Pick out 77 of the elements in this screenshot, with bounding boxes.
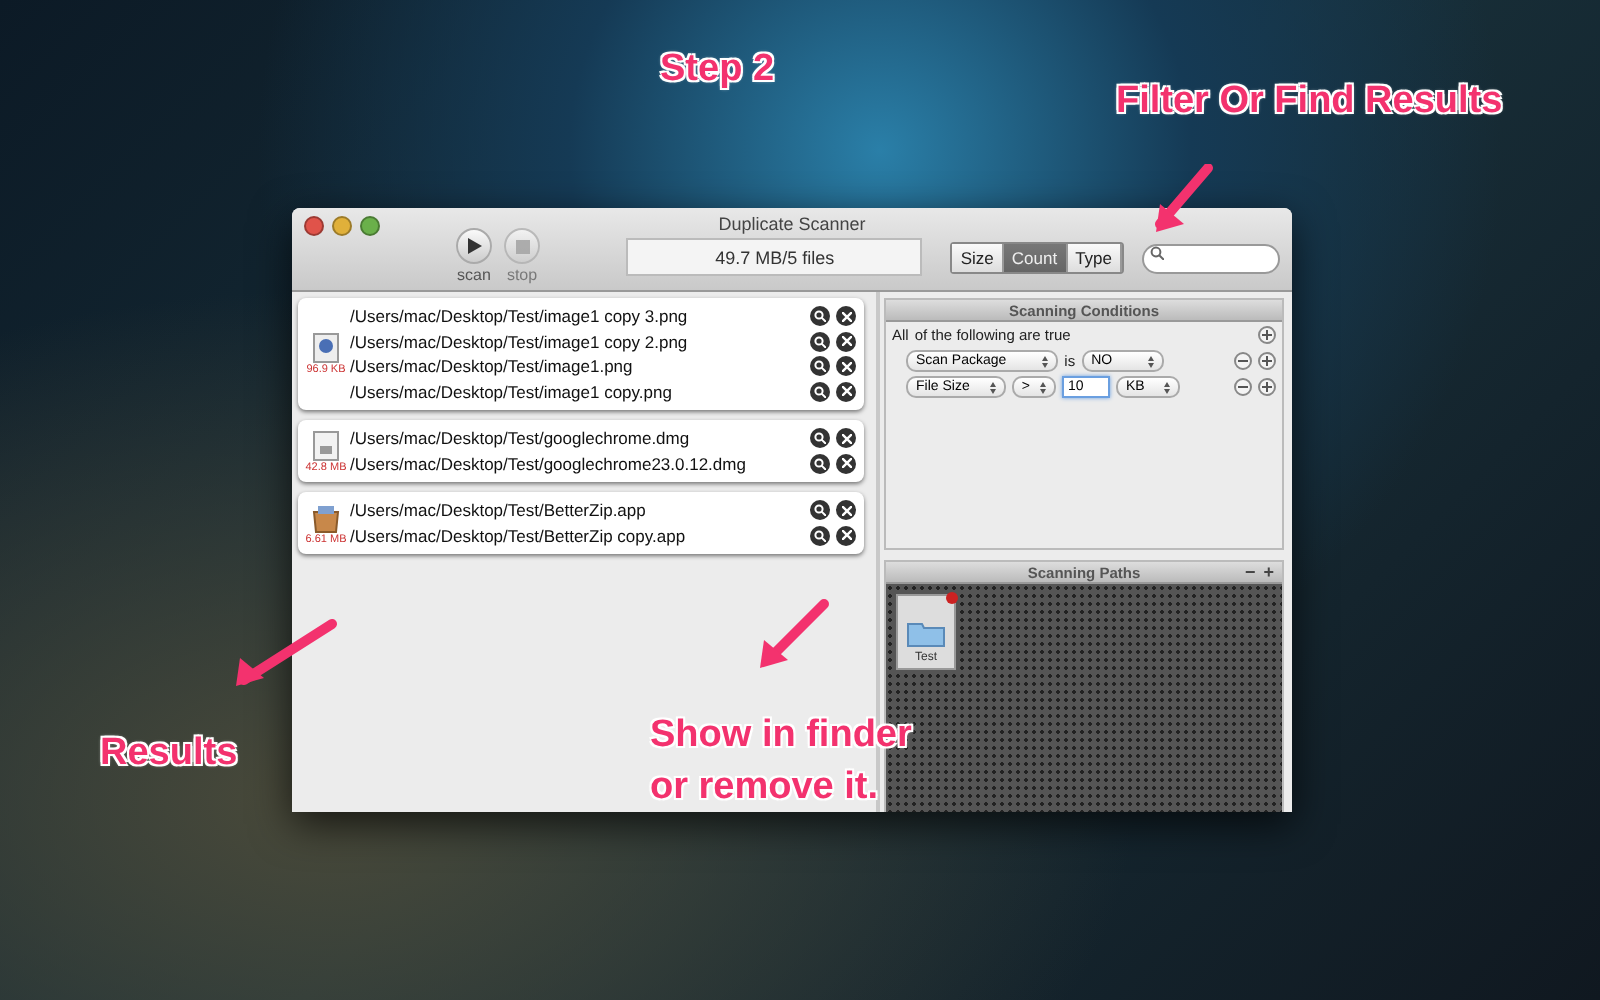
remove-button[interactable] (1234, 378, 1252, 396)
search-icon (814, 457, 826, 470)
disk-image-icon (312, 429, 340, 461)
search-icon (814, 335, 826, 348)
remove-button[interactable] (1234, 352, 1252, 370)
file-path: /Users/mac/Desktop/Test/image1.png (350, 356, 635, 377)
add-button[interactable] (1258, 378, 1276, 396)
box-icon (312, 501, 340, 533)
search-icon (814, 360, 826, 373)
remove-button[interactable] (836, 525, 856, 546)
reveal-button[interactable] (810, 500, 830, 521)
minimize-button[interactable] (332, 216, 352, 236)
file-path: /Users/mac/Desktop/Test/BetterZip copy.app (350, 525, 688, 546)
search-icon (814, 504, 826, 517)
file-path: /Users/mac/Desktop/Test/image1 copy.png (350, 381, 674, 402)
stepper-icon (989, 381, 996, 393)
reveal-button[interactable] (810, 525, 830, 546)
add-button[interactable] (1258, 326, 1276, 344)
search-field[interactable] (1142, 244, 1280, 274)
add-button[interactable] (1258, 352, 1276, 370)
file-path: /Users/mac/Desktop/Test/image1 copy 2.png (350, 331, 690, 352)
reveal-button[interactable] (810, 306, 830, 327)
window-title: Duplicate Scanner (716, 214, 868, 234)
remove-button[interactable] (836, 428, 856, 449)
close-icon (841, 505, 851, 516)
plus-icon (1262, 382, 1272, 392)
minus-icon (1238, 360, 1248, 362)
search-icon (814, 310, 826, 323)
remove-button[interactable] (836, 356, 856, 377)
search-icon (814, 529, 826, 542)
stepper-icon (1039, 381, 1046, 393)
stepper-icon (1164, 381, 1171, 393)
sort-segment[interactable]: Count (1003, 244, 1068, 272)
close-icon (841, 530, 851, 541)
remove-button[interactable] (836, 453, 856, 474)
reveal-button[interactable] (810, 453, 830, 474)
annotation-text: Filter Or Find Results (1116, 78, 1503, 126)
reveal-button[interactable] (810, 356, 830, 377)
remove-path-button[interactable]: − (1240, 562, 1260, 582)
folder-icon (906, 618, 946, 648)
search-icon (814, 432, 826, 445)
file-path: /Users/mac/Desktop/Test/googlechrome.dmg (350, 428, 692, 449)
reveal-button[interactable] (810, 428, 830, 449)
pin-icon (946, 592, 958, 604)
search-icon (1150, 246, 1164, 260)
close-icon (841, 336, 851, 347)
plus-icon (1262, 330, 1272, 340)
play-icon (467, 238, 481, 254)
file-path: /Users/mac/Desktop/Test/BetterZip.app (350, 500, 648, 521)
remove-button[interactable] (836, 306, 856, 327)
reveal-button[interactable] (810, 381, 830, 402)
add-path-button[interactable]: + (1259, 562, 1278, 582)
remove-button[interactable] (836, 331, 856, 352)
sort-segment[interactable]: Size (952, 244, 1004, 272)
image-file-icon (312, 332, 340, 364)
remove-button[interactable] (836, 381, 856, 402)
status-field: 49.7 MB/5 files (626, 238, 923, 276)
stop-icon (515, 239, 529, 253)
annotation-text: Step 2 (660, 46, 775, 94)
search-icon (814, 385, 826, 398)
close-icon (841, 386, 851, 397)
close-icon (841, 433, 851, 444)
close-button[interactable] (304, 216, 324, 236)
close-icon (841, 361, 851, 372)
zoom-button[interactable] (360, 216, 380, 236)
plus-icon (1262, 356, 1272, 366)
stepper-icon (1148, 355, 1155, 367)
file-path: /Users/mac/Desktop/Test/image1 copy 3.png (350, 306, 690, 327)
sort-segment[interactable]: Type (1067, 244, 1122, 272)
close-icon (841, 311, 851, 322)
stepper-icon (1042, 355, 1049, 367)
file-path: /Users/mac/Desktop/Test/googlechrome23.0.12.dmg (350, 453, 748, 474)
minus-icon (1238, 386, 1248, 388)
close-icon (841, 458, 851, 469)
reveal-button[interactable] (810, 331, 830, 352)
annotation-text: Results (100, 730, 238, 778)
remove-button[interactable] (836, 500, 856, 521)
